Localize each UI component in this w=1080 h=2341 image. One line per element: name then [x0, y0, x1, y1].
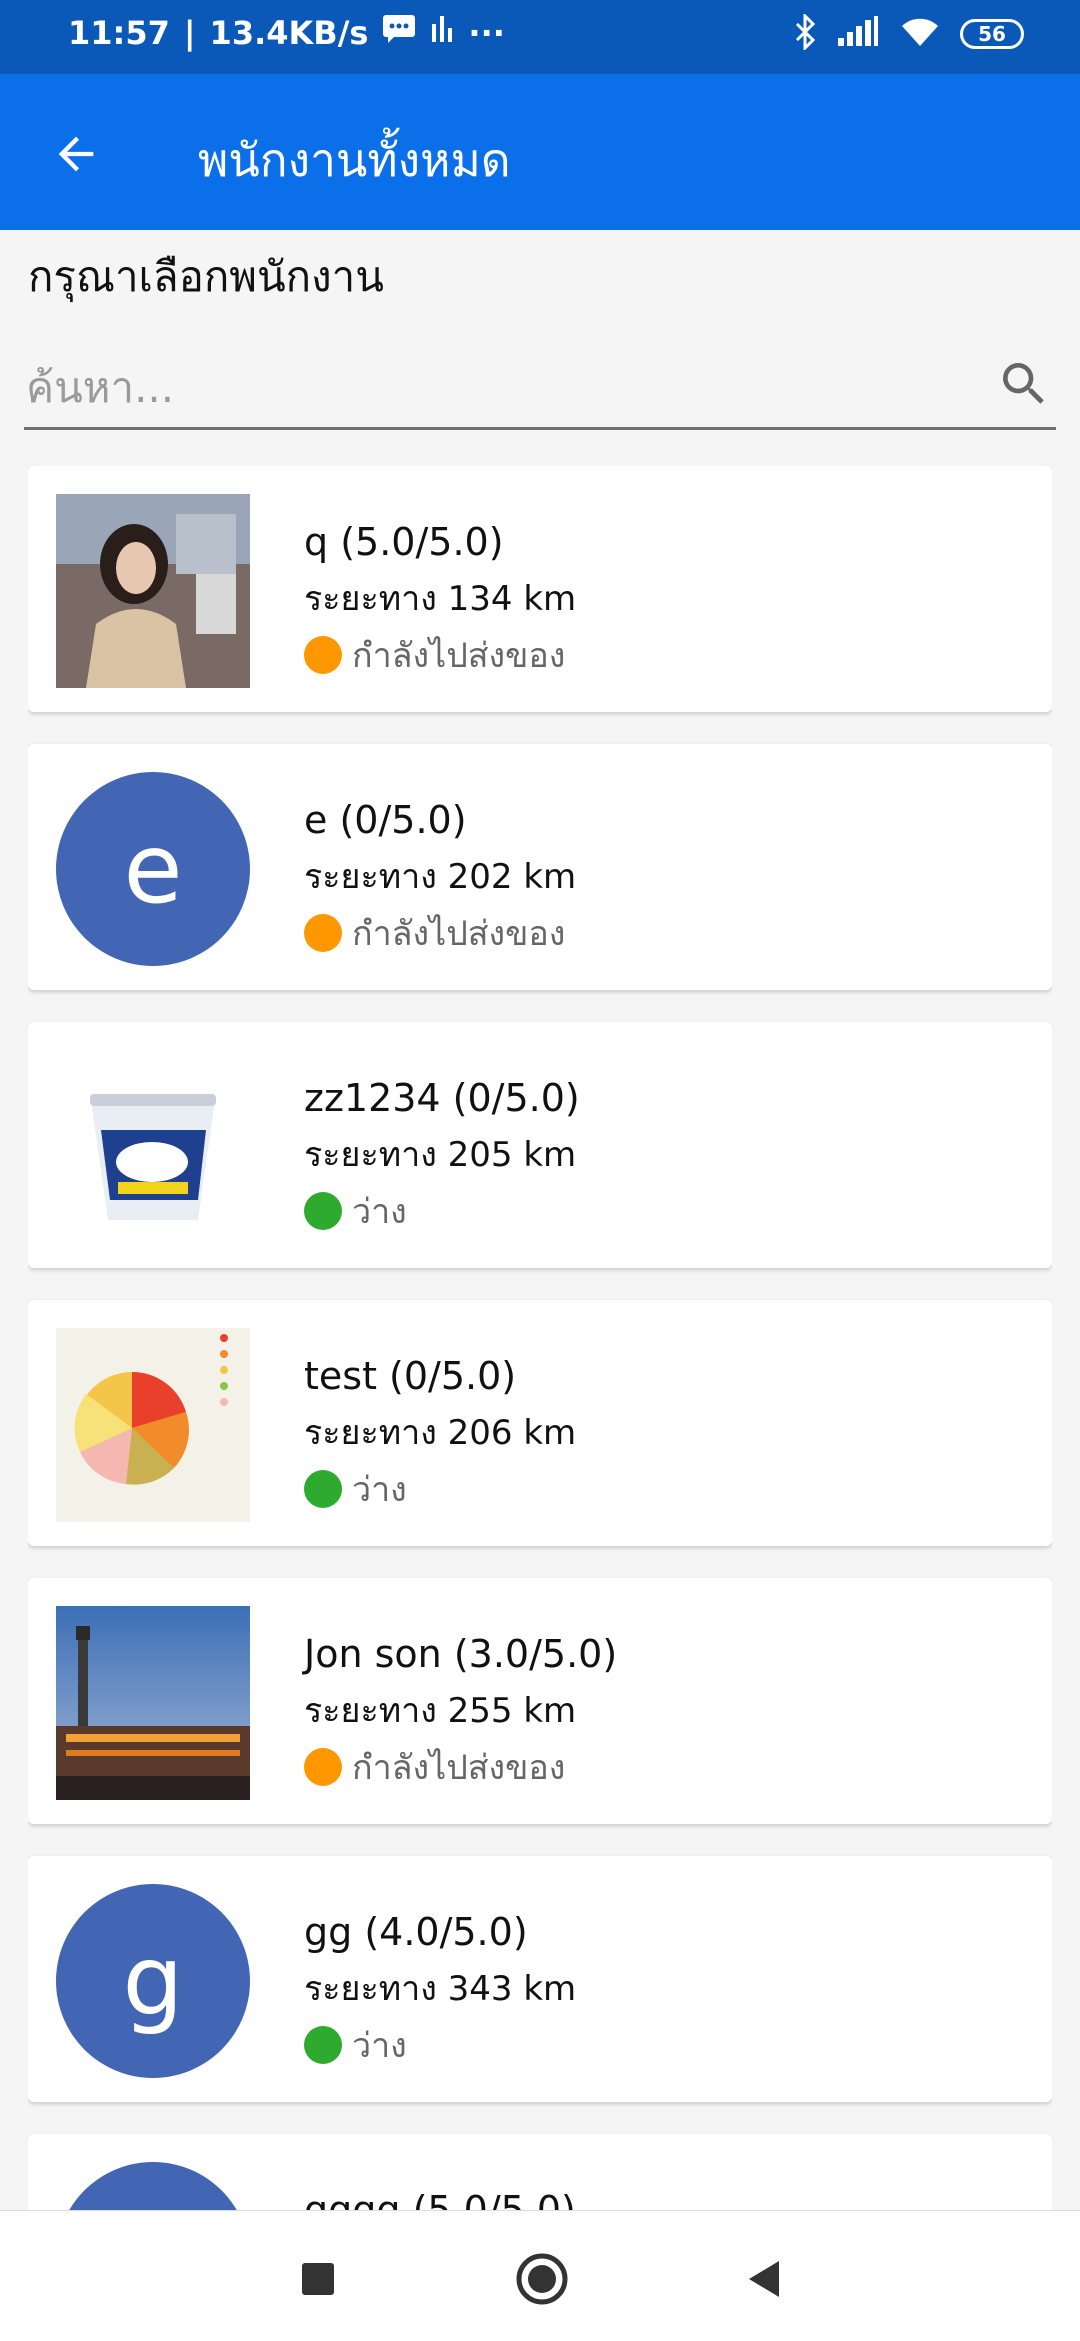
employee-name: gg (4.0/5.0): [304, 1910, 528, 1954]
signal-activity-icon: [430, 14, 454, 52]
status-time: 11:57: [68, 14, 170, 52]
status-dot-free-icon: [304, 1192, 342, 1230]
employee-distance: ระยะทาง 205 km: [304, 1135, 577, 1175]
employee-card[interactable]: e e (0/5.0) ระยะทาง 202 km กำลังไปส่งของ: [28, 744, 1052, 990]
employee-name: Jon son (3.0/5.0): [304, 1632, 618, 1676]
status-dot-busy-icon: [304, 914, 342, 952]
employee-info: e (0/5.0) ระยะทาง 202 km กำลังไปส่งของ: [304, 792, 576, 960]
search-icon[interactable]: [996, 356, 1052, 412]
employee-card[interactable]: test (0/5.0) ระยะทาง 206 km ว่าง: [28, 1300, 1052, 1546]
employee-name: zz1234 (0/5.0): [304, 1076, 580, 1120]
employee-info: q (5.0/5.0) ระยะทาง 134 km กำลังไปส่งของ: [304, 514, 576, 682]
employee-info: gggg (5.0/5.0): [304, 2182, 576, 2210]
status-separator: |: [183, 14, 196, 52]
employee-status: ว่าง: [304, 1462, 576, 1516]
wifi-icon: [900, 16, 940, 52]
employee-status: ว่าง: [304, 2018, 576, 2072]
employee-info: test (0/5.0) ระยะทาง 206 km ว่าง: [304, 1348, 576, 1516]
employee-status-label: กำลังไปส่งของ: [352, 636, 566, 676]
employee-status: กำลังไปส่งของ: [304, 906, 576, 960]
status-dot-busy-icon: [304, 636, 342, 674]
avatar-letter: g: [56, 2162, 250, 2210]
status-bar-left: 11:57 | 13.4KB/s ···: [68, 14, 505, 52]
search-field: [24, 340, 1056, 430]
employee-card[interactable]: q (5.0/5.0) ระยะทาง 134 km กำลังไปส่งของ: [28, 466, 1052, 712]
avatar-letter: g: [56, 1884, 250, 2078]
status-bar-right: 56: [794, 12, 1024, 54]
more-indicator: ···: [468, 14, 505, 52]
employee-name: e (0/5.0): [304, 798, 467, 842]
employee-status-label: กำลังไปส่งของ: [352, 1748, 566, 1788]
employee-avatar: g: [56, 2162, 250, 2210]
employee-status-label: ว่าง: [352, 1470, 407, 1510]
system-navigation-bar: [0, 2210, 1080, 2341]
network-speed: 13.4KB/s: [209, 14, 369, 52]
status-bar: 11:57 | 13.4KB/s ··· 56: [0, 0, 1080, 74]
battery-level: 56: [978, 22, 1006, 46]
status-dot-busy-icon: [304, 1748, 342, 1786]
employee-distance: ระยะทาง 255 km: [304, 1691, 577, 1731]
employee-photo-woman: [56, 494, 250, 688]
select-employee-prompt: กรุณาเลือกพนักงาน: [28, 252, 384, 301]
employee-distance: ระยะทาง 206 km: [304, 1413, 577, 1453]
cellular-signal-icon: [836, 16, 880, 52]
employee-distance: ระยะทาง 343 km: [304, 1969, 577, 2009]
employee-photo-cup-noodle: [56, 1050, 250, 1244]
employee-distance: ระยะทาง 134 km: [304, 579, 577, 619]
recents-square-icon: [302, 2263, 334, 2295]
employee-distance: ระยะทาง 202 km: [304, 857, 577, 897]
employee-status: ว่าง: [304, 1184, 580, 1238]
back-button[interactable]: [40, 118, 112, 190]
message-icon: [382, 14, 416, 52]
employee-photo-city-monument: [56, 1606, 250, 1800]
back-triangle-icon: [749, 2261, 779, 2297]
employee-card[interactable]: g gggg (5.0/5.0): [28, 2134, 1052, 2210]
battery-icon: 56: [960, 19, 1024, 49]
home-button[interactable]: [512, 2249, 572, 2309]
avatar-letter: e: [56, 772, 250, 966]
recents-button[interactable]: [288, 2249, 348, 2309]
employee-info: zz1234 (0/5.0) ระยะทาง 205 km ว่าง: [304, 1070, 580, 1238]
employee-name: gggg (5.0/5.0): [304, 2188, 576, 2210]
employee-status-label: ว่าง: [352, 1192, 407, 1232]
employee-list: q (5.0/5.0) ระยะทาง 134 km กำลังไปส่งของ…: [28, 466, 1052, 2210]
employee-status-label: กำลังไปส่งของ: [352, 914, 566, 954]
employee-card[interactable]: Jon son (3.0/5.0) ระยะทาง 255 km กำลังไป…: [28, 1578, 1052, 1824]
page-title: พนักงานทั้งหมด: [198, 133, 511, 187]
bluetooth-icon: [794, 12, 816, 54]
employee-name: q (5.0/5.0): [304, 520, 504, 564]
employee-card[interactable]: g gg (4.0/5.0) ระยะทาง 343 km ว่าง: [28, 1856, 1052, 2102]
employee-name: test (0/5.0): [304, 1354, 517, 1398]
employee-photo-pie-chart: [56, 1328, 250, 1522]
employee-avatar: e: [56, 772, 250, 966]
employee-info: Jon son (3.0/5.0) ระยะทาง 255 km กำลังไป…: [304, 1626, 617, 1794]
app-bar: พนักงานทั้งหมด: [0, 74, 1080, 230]
status-dot-free-icon: [304, 1470, 342, 1508]
home-circle-icon: [516, 2253, 568, 2305]
employee-status: กำลังไปส่งของ: [304, 1740, 617, 1794]
employee-status: กำลังไปส่งของ: [304, 628, 576, 682]
employee-avatar: g: [56, 1884, 250, 2078]
search-input[interactable]: [24, 358, 968, 416]
employee-card[interactable]: zz1234 (0/5.0) ระยะทาง 205 km ว่าง: [28, 1022, 1052, 1268]
status-dot-free-icon: [304, 2026, 342, 2064]
arrow-back-icon: [58, 136, 94, 172]
back-nav-button[interactable]: [734, 2249, 794, 2309]
employee-info: gg (4.0/5.0) ระยะทาง 343 km ว่าง: [304, 1904, 576, 2072]
employee-status-label: ว่าง: [352, 2026, 407, 2066]
